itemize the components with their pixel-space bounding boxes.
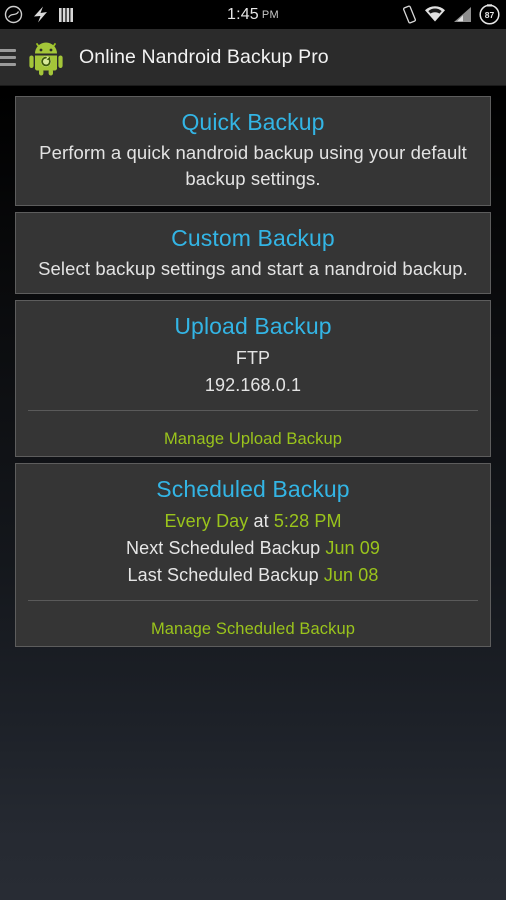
- main-content: Quick Backup Perform a quick nandroid ba…: [0, 86, 506, 647]
- next-scheduled-value: Jun 09: [325, 538, 380, 558]
- schedule-frequency: Every Day: [164, 511, 249, 531]
- card-quick-backup-description: Perform a quick nandroid backup using yo…: [39, 142, 467, 189]
- card-upload-backup[interactable]: Upload Backup FTP 192.168.0.1 Manage Upl…: [15, 300, 491, 457]
- page-title: Online Nandroid Backup Pro: [79, 45, 329, 68]
- hamburger-bar: [0, 62, 16, 66]
- hamburger-bar: [0, 55, 16, 59]
- manage-upload-backup-button[interactable]: Manage Upload Backup: [28, 411, 478, 456]
- battery-icon: 87: [479, 4, 500, 25]
- status-bar-left-icons: [4, 5, 74, 24]
- hamburger-bar: [0, 48, 16, 52]
- upload-address: 192.168.0.1: [204, 375, 302, 395]
- next-scheduled-label: Next Scheduled Backup: [126, 538, 321, 558]
- schedule-at-label: at: [253, 511, 269, 531]
- next-scheduled-row: Next Scheduled Backup Jun 09: [28, 535, 478, 562]
- wifi-icon: [424, 6, 446, 23]
- app-screen: 1:45 PM 87 Online Nandroid Backup Pro Qu…: [0, 0, 506, 900]
- card-quick-backup-title: Quick Backup: [181, 109, 325, 135]
- vibrate-icon: [402, 5, 417, 24]
- lightning-bolt-icon: [33, 5, 48, 24]
- card-custom-backup-description: Select backup settings and start a nandr…: [38, 258, 468, 279]
- schedule-frequency-row: Every Day at 5:28 PM: [28, 508, 478, 535]
- signal-bars-icon: [58, 6, 74, 24]
- last-scheduled-value: Jun 08: [323, 565, 379, 585]
- clock-circle-icon: [4, 5, 23, 24]
- card-custom-backup[interactable]: Custom Backup Select backup settings and…: [15, 212, 491, 294]
- status-bar: 1:45 PM 87: [0, 0, 506, 29]
- android-restore-logo-icon[interactable]: [26, 37, 66, 77]
- battery-percent-text: 87: [485, 10, 495, 20]
- status-bar-right-icons: 87: [402, 4, 500, 25]
- upload-protocol: FTP: [235, 348, 271, 368]
- card-scheduled-backup-title: Scheduled Backup: [156, 476, 350, 502]
- hamburger-menu-icon[interactable]: [0, 29, 18, 86]
- cellular-signal-icon: [453, 6, 472, 23]
- card-upload-backup-title: Upload Backup: [174, 313, 332, 339]
- clock-ampm: PM: [261, 8, 280, 21]
- card-scheduled-backup[interactable]: Scheduled Backup Every Day at 5:28 PM Ne…: [15, 463, 491, 647]
- clock-time: 1:45: [226, 5, 259, 23]
- last-scheduled-row: Last Scheduled Backup Jun 08: [28, 562, 478, 589]
- last-scheduled-label: Last Scheduled Backup: [127, 565, 319, 585]
- action-bar: Online Nandroid Backup Pro: [0, 29, 506, 86]
- schedule-time: 5:28 PM: [273, 511, 342, 531]
- card-quick-backup[interactable]: Quick Backup Perform a quick nandroid ba…: [15, 96, 491, 206]
- card-custom-backup-title: Custom Backup: [171, 225, 335, 251]
- manage-scheduled-backup-button[interactable]: Manage Scheduled Backup: [28, 601, 478, 646]
